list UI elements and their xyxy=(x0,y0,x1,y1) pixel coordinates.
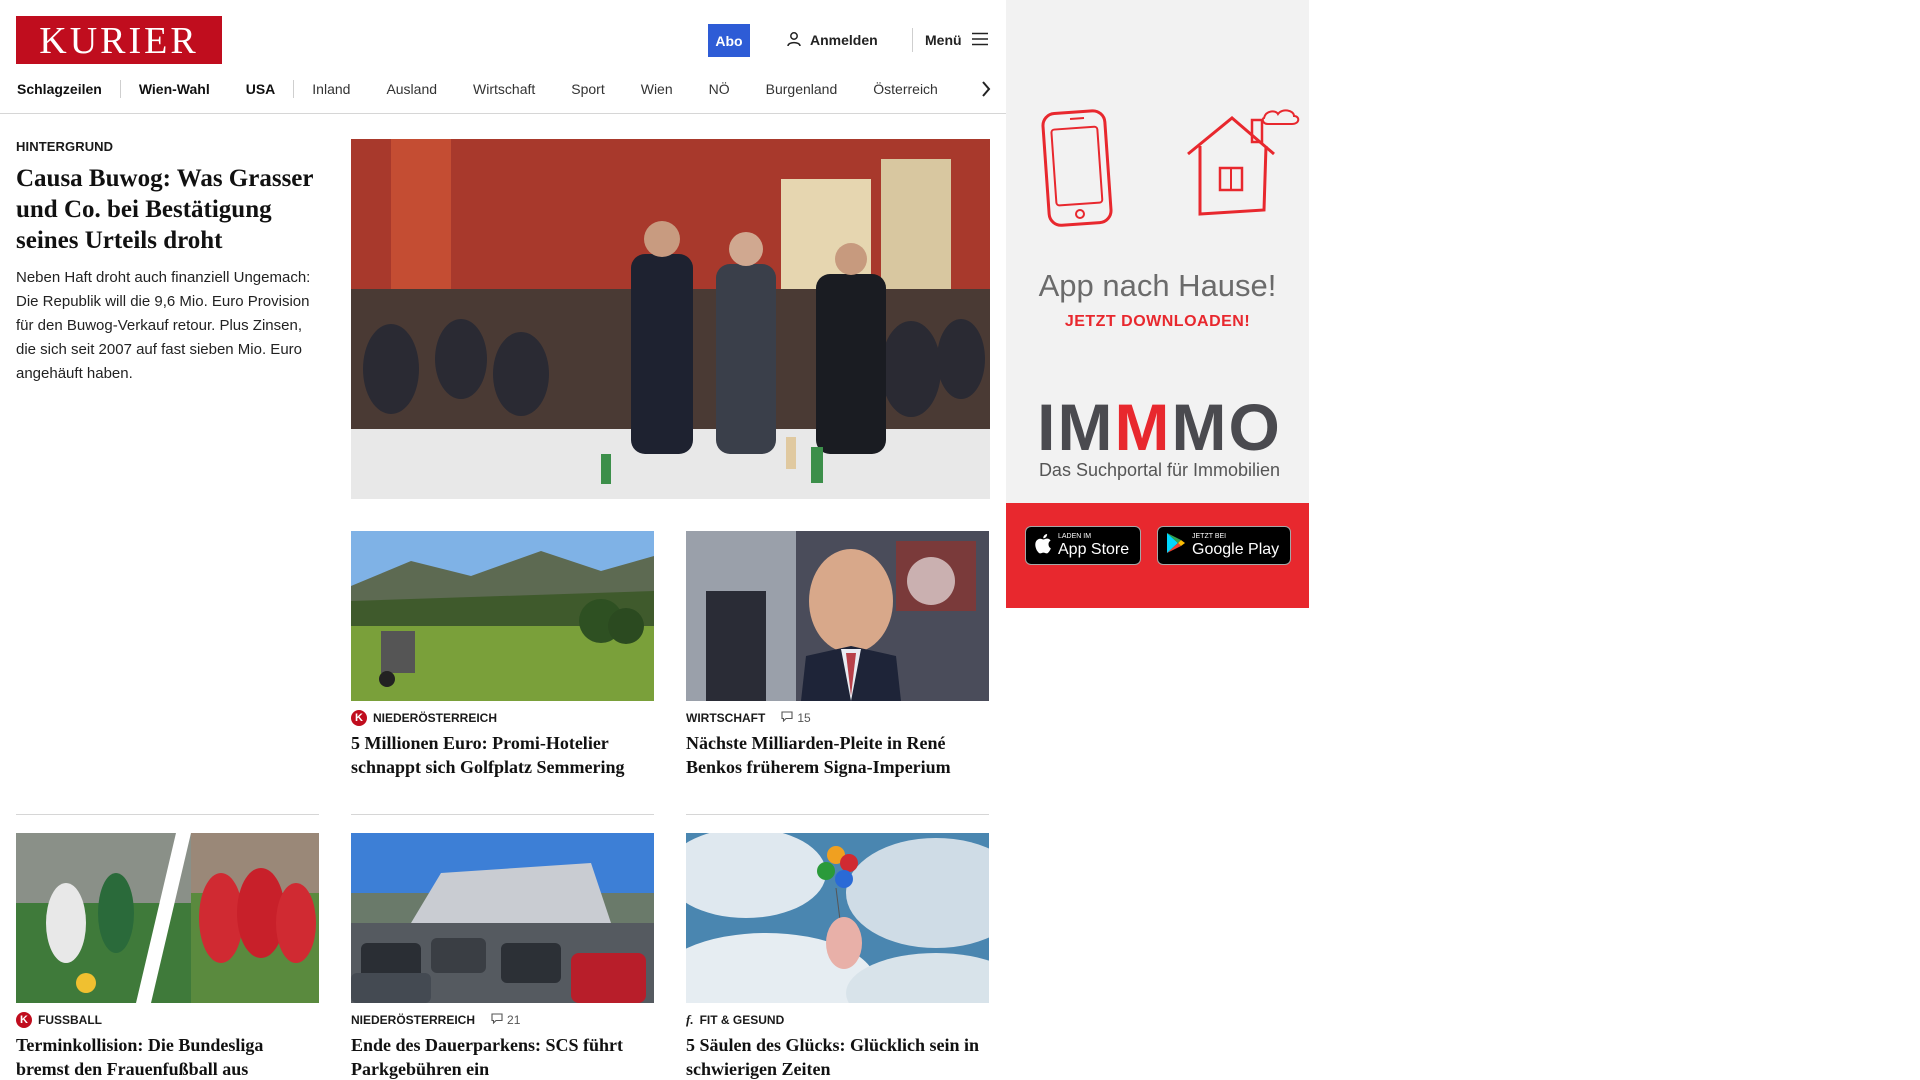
nav-item[interactable]: USA xyxy=(228,76,294,102)
comment-count-value: 15 xyxy=(797,711,811,725)
kurier-k-icon: K xyxy=(16,1012,32,1028)
article-meta: Wirtschaft 15 xyxy=(686,710,989,726)
article-headline[interactable]: Ende des Dauerparkens: SCS führt Parkgeb… xyxy=(351,1033,654,1080)
nav-item[interactable]: Wien xyxy=(623,76,691,102)
comment-icon xyxy=(491,1013,503,1027)
nav-item[interactable]: Wirtschaft xyxy=(455,76,553,102)
apple-icon xyxy=(1034,533,1052,559)
comment-count[interactable]: 21 xyxy=(491,1013,520,1027)
abo-button[interactable]: Abo xyxy=(708,24,750,57)
ad-store-bar: Laden im App Store JETZT BEI Google Play xyxy=(1006,503,1309,608)
advertisement[interactable]: App nach Hause! JETZT DOWNLOADEN! IMMMO … xyxy=(1006,0,1309,608)
article-headline[interactable]: 5 Millionen Euro: Promi-Hotelier schnapp… xyxy=(351,731,654,779)
immmo-logo-part: IM xyxy=(1037,390,1115,464)
nav-item[interactable]: Wien-Wahl xyxy=(121,76,228,102)
nav-item[interactable]: NÖ xyxy=(691,76,748,102)
divider xyxy=(351,814,654,815)
google-play-label: Google Play xyxy=(1192,541,1280,558)
divider xyxy=(16,814,319,815)
app-store-label: App Store xyxy=(1058,541,1130,558)
login-button[interactable]: Anmelden xyxy=(786,30,878,50)
site-header: KURIER Abo Anmelden Menü Schlagzeilen Wie… xyxy=(0,0,1006,114)
phone-icon xyxy=(1040,106,1116,235)
article-image[interactable] xyxy=(686,833,989,1003)
article-card[interactable]: Niederösterreich 21 Ende des Dauerparken… xyxy=(351,833,654,1080)
kurier-k-icon: K xyxy=(351,710,367,726)
immmo-logo: IMMMO xyxy=(1022,394,1297,460)
ad-subline[interactable]: JETZT DOWNLOADEN! xyxy=(1006,313,1309,331)
nav-item[interactable]: Burgenland xyxy=(748,76,856,102)
header-divider xyxy=(912,28,913,52)
menu-label: Menü xyxy=(925,32,962,48)
nav-item[interactable]: Österreich xyxy=(855,76,956,102)
article-card[interactable]: f. Fit & Gesund 5 Säulen des Glücks: Glü… xyxy=(686,833,989,1080)
comment-count[interactable]: 15 xyxy=(781,711,811,725)
immmo-logo-part: MO xyxy=(1171,390,1282,464)
article-meta: K Niederösterreich xyxy=(351,710,654,726)
article-image[interactable] xyxy=(351,833,654,1003)
section-nav: Schlagzeilen Wien-Wahl USA Inland Ausland Wir… xyxy=(17,76,956,102)
app-store-button[interactable]: Laden im App Store xyxy=(1025,526,1141,565)
nav-item[interactable]: Sport xyxy=(553,76,622,102)
kurier-logo[interactable]: KURIER xyxy=(16,16,222,64)
google-play-button[interactable]: JETZT BEI Google Play xyxy=(1157,526,1291,565)
ad-tagline: Das Suchportal für Immobilien xyxy=(1038,460,1281,480)
app-store-small-label: Laden im xyxy=(1058,533,1092,540)
comment-icon xyxy=(781,711,793,725)
google-play-icon xyxy=(1166,532,1186,559)
hamburger-icon xyxy=(971,32,988,49)
article-image[interactable] xyxy=(16,833,319,1003)
article-meta: Niederösterreich 21 xyxy=(351,1012,654,1028)
divider xyxy=(686,814,989,815)
article-category[interactable]: Niederösterreich xyxy=(373,711,497,725)
article-category[interactable]: Wirtschaft xyxy=(686,711,765,725)
lead-teaser-text: Neben Haft droht auch finanziell Ungemac… xyxy=(16,269,311,382)
article-category[interactable]: Fit & Gesund xyxy=(700,1013,785,1027)
lead-kicker: Hintergrund xyxy=(16,139,114,154)
comment-count-value: 21 xyxy=(507,1013,521,1027)
login-label: Anmelden xyxy=(810,32,878,48)
fit-gesund-icon: f. xyxy=(686,1012,694,1027)
ad-headline: App nach Hause! xyxy=(1038,268,1277,303)
article-meta: K Fussball xyxy=(16,1012,319,1028)
article-card[interactable]: K Fussball Terminkollision: Die Bundesli… xyxy=(16,833,319,1080)
article-headline[interactable]: Nächste Milliarden-Pleite in René Benkos… xyxy=(686,731,989,779)
article-meta: f. Fit & Gesund xyxy=(686,1012,989,1028)
google-play-small-label: JETZT BEI xyxy=(1192,533,1227,540)
house-icon xyxy=(1182,106,1306,227)
article-card[interactable]: Wirtschaft 15 Nächste Milliarden-Pleite … xyxy=(686,531,989,779)
lead-image[interactable] xyxy=(351,139,990,499)
article-card[interactable]: K Niederösterreich 5 Millionen Euro: Pro… xyxy=(351,531,654,779)
nav-item[interactable]: Schlagzeilen xyxy=(17,76,120,102)
article-category[interactable]: Fussball xyxy=(38,1013,102,1027)
lead-headline[interactable]: Causa Buwog: Was Grasser und Co. bei Bes… xyxy=(16,163,321,256)
nav-item[interactable]: Ausland xyxy=(368,76,455,102)
article-image[interactable] xyxy=(686,531,989,701)
nav-item[interactable]: Inland xyxy=(294,76,368,102)
lead-story[interactable]: Hintergrund Causa Buwog: Was Grasser und… xyxy=(16,139,321,386)
user-icon xyxy=(786,31,802,50)
immmo-logo-part: M xyxy=(1114,390,1172,464)
article-image[interactable] xyxy=(351,531,654,701)
menu-button[interactable]: Menü xyxy=(925,30,988,50)
article-headline[interactable]: 5 Säulen des Glücks: Glücklich sein in s… xyxy=(686,1033,989,1080)
chevron-right-icon[interactable] xyxy=(974,76,998,102)
article-headline[interactable]: Terminkollision: Die Bundesliga bremst d… xyxy=(16,1033,319,1080)
article-category[interactable]: Niederösterreich xyxy=(351,1013,475,1027)
